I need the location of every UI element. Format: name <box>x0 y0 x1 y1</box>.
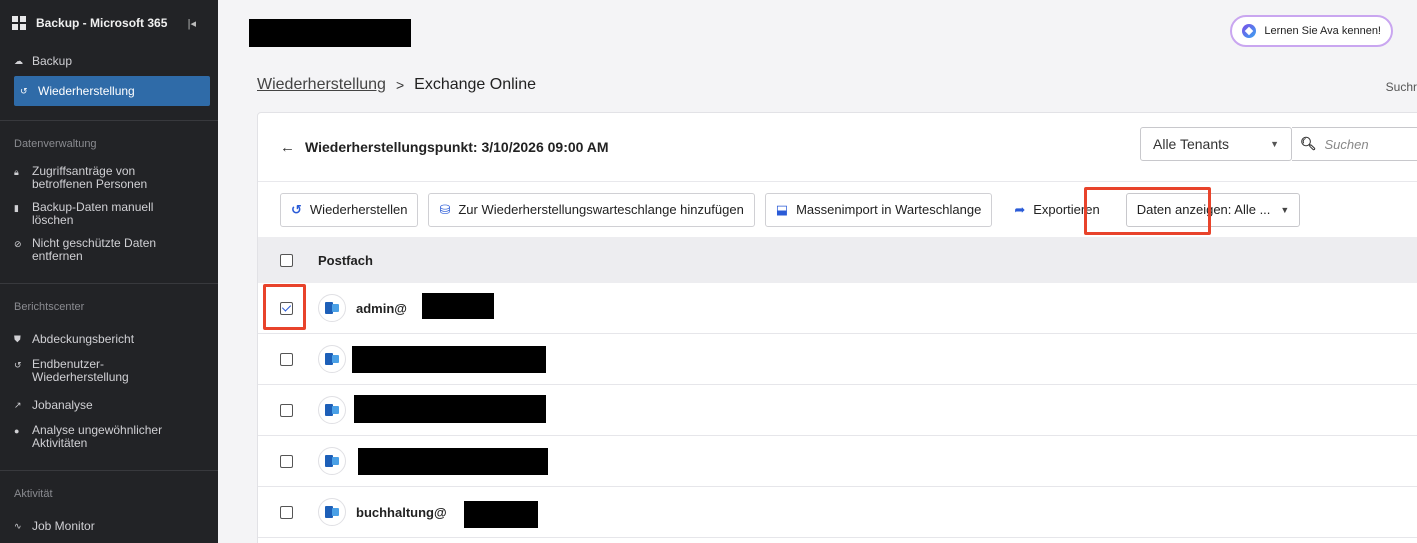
breadcrumb-link-wiederherstellung[interactable]: Wiederherstellung <box>257 76 386 94</box>
redacted-domain <box>422 293 494 319</box>
search-icon: 🔍︎ <box>1300 136 1317 151</box>
restore-point-panel: ← Wiederherstellungspunkt: 3/10/2026 09:… <box>257 112 1417 543</box>
sidebar-item-endbenutzer-wiederherstellung[interactable]: ↺ Endbenutzer-Wiederherstellung <box>0 354 218 390</box>
mailbox-icon <box>318 294 346 322</box>
sidebar-divider <box>0 120 218 121</box>
search-input[interactable] <box>1324 136 1415 152</box>
shield-icon: ⛊ <box>14 333 21 344</box>
redacted-mailbox-name <box>352 346 546 373</box>
redacted-domain <box>464 501 538 528</box>
column-header-postfach: Postfach <box>318 252 373 268</box>
bulk-import-button[interactable]: ⬓ Massenimport in Warteschlange <box>764 192 993 227</box>
restore-icon: ↺ <box>14 360 22 370</box>
mailbox-icon <box>318 447 346 475</box>
table-row[interactable] <box>258 385 1417 436</box>
mailbox-name: admin@ <box>356 300 407 316</box>
breadcrumb-separator: > <box>395 77 405 93</box>
table-header: Postfach <box>258 237 1417 283</box>
sidebar-divider <box>0 470 218 471</box>
tenant-select-value: Alle Tenants <box>1153 136 1230 152</box>
restore-point-title: Wiederherstellungspunkt: 3/10/2026 09:00… <box>305 139 609 155</box>
sidebar-item-zugriffsantraege[interactable]: 🔒︎ Zugriffsanträge von betroffenen Perso… <box>0 161 218 197</box>
queue-add-icon: ⛁ <box>439 201 451 217</box>
view-data-dropdown[interactable]: Daten anzeigen: Alle ... ▼ <box>1125 192 1301 227</box>
sidebar-item-nicht-geschuetzte-daten[interactable]: ⊘ Nicht geschützte Daten entfernen <box>0 233 218 269</box>
table-row[interactable] <box>258 436 1417 487</box>
ava-label: Lernen Sie Ava kennen! <box>1264 25 1381 37</box>
monitor-icon: ∿ <box>14 520 22 531</box>
app-title: Backup - Microsoft 365 <box>36 16 168 30</box>
row-checkbox[interactable] <box>280 505 293 519</box>
breadcrumb: Wiederherstellung > Exchange Online <box>257 76 536 94</box>
table-row[interactable] <box>258 334 1417 385</box>
tenant-select[interactable]: Alle Tenants ▼ <box>1140 127 1292 161</box>
sidebar-section-datenverwaltung: Datenverwaltung <box>14 138 97 150</box>
redacted-mailbox-name <box>354 395 546 423</box>
collapse-icon[interactable]: |◂ <box>188 17 196 30</box>
search-box[interactable]: 🔍︎ <box>1292 127 1417 161</box>
ava-button[interactable]: Lernen Sie Ava kennen! <box>1230 15 1393 47</box>
restore-icon: ↺ <box>291 201 302 217</box>
redacted-tenant-name <box>249 19 411 47</box>
grid-logo-icon <box>12 16 26 30</box>
sidebar-item-abdeckungsbericht[interactable]: ⛊ Abdeckungsbericht <box>0 324 218 354</box>
row-checkbox[interactable] <box>280 352 293 366</box>
row-checkbox[interactable] <box>280 301 293 315</box>
top-search-label[interactable]: Suchr <box>1386 80 1417 94</box>
mailbox-icon <box>318 498 346 526</box>
cloud-icon: ☁ <box>14 55 23 66</box>
chevron-down-icon: ▼ <box>1280 204 1290 215</box>
sidebar-item-jobanalyse[interactable]: ↗ Jobanalyse <box>0 390 218 420</box>
sidebar-item-wiederherstellung[interactable]: ↺ Wiederherstellung <box>14 76 210 106</box>
restore-button[interactable]: ↺ Wiederherstellen <box>280 192 419 227</box>
mailbox-icon <box>318 396 346 424</box>
lock-icon: 🔒︎ <box>14 167 19 177</box>
mailbox-icon <box>318 345 346 373</box>
select-all-checkbox[interactable] <box>280 253 293 267</box>
alert-icon: ● <box>14 426 20 436</box>
export-icon: ➦ <box>1014 201 1026 217</box>
import-icon: ⬓ <box>775 201 789 217</box>
table-row[interactable]: admin@ <box>258 283 1417 334</box>
row-checkbox[interactable] <box>280 454 293 468</box>
breadcrumb-current: Exchange Online <box>414 76 536 93</box>
sidebar-header: Backup - Microsoft 365 |◂ <box>0 0 218 46</box>
restore-icon: ↺ <box>20 85 28 96</box>
sidebar-item-backup-loeschen[interactable]: ▮ Backup-Daten manuell löschen <box>0 197 218 233</box>
sidebar-divider <box>0 283 218 284</box>
panel-header: ← Wiederherstellungspunkt: 3/10/2026 09:… <box>258 113 1417 181</box>
sidebar-section-aktivitaet: Aktivität <box>14 488 53 500</box>
export-button[interactable]: ➦ Exportieren <box>1004 192 1110 227</box>
sidebar-section-berichtscenter: Berichtscenter <box>14 301 85 313</box>
sidebar: Backup - Microsoft 365 |◂ ☁ Backup ↺ Wie… <box>0 0 218 543</box>
main-area: Lernen Sie Ava kennen! Wiederherstellung… <box>218 0 1417 543</box>
ava-icon <box>1242 24 1257 38</box>
sidebar-item-backup[interactable]: ☁ Backup <box>0 46 218 76</box>
redacted-mailbox-name <box>358 448 548 475</box>
chart-icon: ↗ <box>14 399 22 410</box>
mailbox-name: buchhaltung@ <box>356 504 447 520</box>
chevron-down-icon: ▼ <box>1270 139 1279 149</box>
block-icon: ⊘ <box>14 239 22 249</box>
back-arrow-icon[interactable]: ← <box>280 139 295 156</box>
sidebar-item-analyse-aktivitaeten[interactable]: ● Analyse ungewöhnlicher Aktivitäten <box>0 420 218 456</box>
action-toolbar: ↺ Wiederherstellen ⛁ Zur Wiederherstellu… <box>258 181 1417 237</box>
trash-icon: ▮ <box>14 203 19 213</box>
sidebar-item-job-monitor[interactable]: ∿ Job Monitor <box>0 511 218 541</box>
add-to-queue-button[interactable]: ⛁ Zur Wiederherstellungswarteschlange hi… <box>428 192 755 227</box>
table-row[interactable]: buchhaltung@ <box>258 487 1417 538</box>
row-checkbox[interactable] <box>280 403 293 417</box>
